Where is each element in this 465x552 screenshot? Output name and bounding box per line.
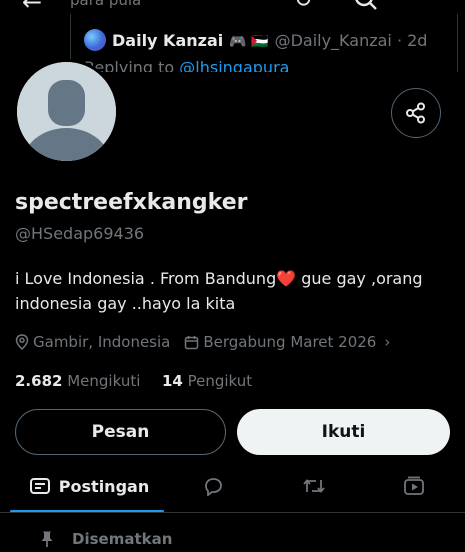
quoted-post-author[interactable]: Daily Kanzai 🎮 🇵🇸 @Daily_Kanzai · 2d [84, 29, 427, 51]
profile-display-name: spectreefxkangker [15, 190, 248, 215]
profile-joined: Bergabung Maret 2026 [203, 333, 377, 351]
profile-meta: Gambir, Indonesia Bergabung Maret 2026 › [15, 333, 390, 351]
tab-reposts[interactable] [289, 462, 339, 510]
follow-button[interactable]: Ikuti [237, 409, 450, 455]
followers-label: Pengikut [187, 372, 253, 390]
profile-stats: 2.682 Mengikuti 14 Pengikut [15, 372, 252, 390]
profile-avatar[interactable] [14, 59, 119, 164]
quoted-post-avatar[interactable] [84, 29, 106, 51]
pinned-label: Disematkan [72, 530, 173, 548]
following-count: 2.682 [15, 372, 63, 390]
media-icon [404, 476, 424, 495]
tab-posts[interactable]: Postingan [14, 462, 164, 510]
following-link[interactable]: 2.682 Mengikuti [15, 372, 140, 390]
tab-posts-label: Postingan [58, 476, 150, 496]
header-text: para pula [70, 0, 142, 9]
reposts-icon [303, 479, 325, 493]
top-header: ← para pula ↻ [0, 0, 465, 14]
posts-icon [29, 478, 50, 494]
following-label: Mengikuti [67, 372, 141, 390]
chevron-right-icon[interactable]: › [384, 333, 390, 351]
replies-icon [205, 478, 222, 496]
pinned-indicator: Disematkan [40, 530, 172, 548]
arrow-left-icon[interactable]: ← [22, 0, 42, 14]
tabs-divider [0, 512, 465, 513]
location-icon [15, 334, 29, 350]
followers-count: 14 [161, 372, 183, 390]
profile-location: Gambir, Indonesia [33, 333, 171, 351]
profile-tabs: Postingan [0, 462, 465, 512]
followers-link[interactable]: 14 Pengikut [162, 372, 252, 390]
calendar-icon [185, 335, 199, 349]
tab-media[interactable] [389, 462, 439, 510]
tab-replies[interactable] [188, 462, 238, 510]
refresh-icon[interactable]: ↻ [294, 0, 312, 13]
quoted-post-handle: @Daily_Kanzai · 2d [274, 31, 428, 50]
profile-handle: @HSedap69436 [15, 224, 145, 243]
pin-icon [41, 531, 53, 547]
quoted-post-name: Daily Kanzai [112, 31, 224, 50]
share-button[interactable] [391, 88, 441, 138]
profile-bio: i Love Indonesia . From Bandung❤️ gue ga… [15, 269, 423, 313]
quoted-post-emojis: 🎮 🇵🇸 [229, 34, 269, 50]
search-icon[interactable] [353, 0, 379, 14]
share-icon [406, 102, 425, 124]
message-button[interactable]: Pesan [15, 409, 226, 455]
